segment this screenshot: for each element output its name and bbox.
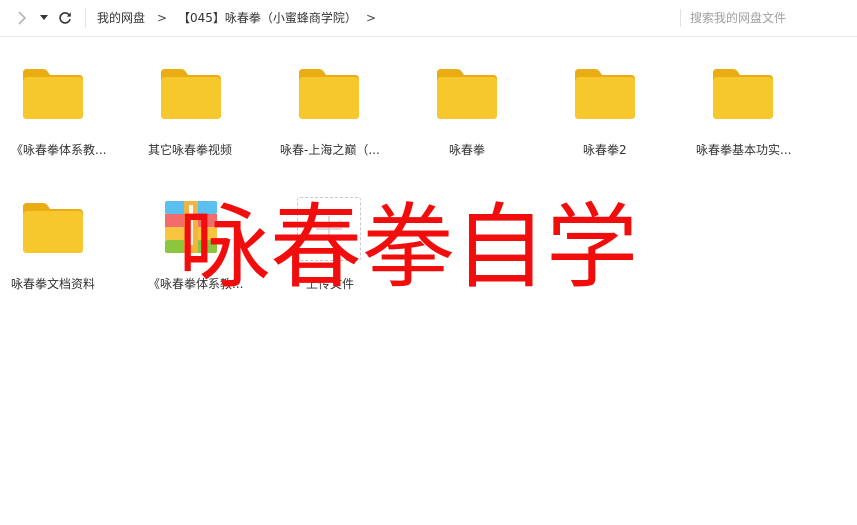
folder-icon [23, 69, 83, 119]
upload-label: 上传文件 [306, 277, 355, 291]
toolbar: 我的网盘 > 【045】咏春拳（小蜜蜂商学院） > [0, 0, 857, 37]
folder-icon [299, 69, 359, 119]
folder-icon [23, 203, 83, 253]
breadcrumb-separator: > [157, 11, 168, 25]
file-browser: 我的网盘 > 【045】咏春拳（小蜜蜂商学院） > 《咏春拳体系教... 其它咏… [0, 0, 857, 525]
item-name: 其它咏春拳视频 [148, 143, 233, 157]
archive-icon [165, 201, 217, 253]
item-name: 《咏春拳体系教... [148, 277, 244, 291]
item-name: 咏春拳2 [583, 143, 627, 157]
caret-down-icon [40, 15, 48, 20]
item-name: 《咏春拳体系教... [11, 143, 107, 157]
folder-icon [437, 69, 497, 119]
breadcrumb-current[interactable]: 【045】咏春拳（小蜜蜂商学院） [178, 10, 357, 26]
item-name: 咏春拳 [449, 143, 486, 157]
forward-button[interactable] [12, 8, 32, 28]
folder-icon [575, 69, 635, 119]
archive-item[interactable]: 《咏春拳体系教... [148, 201, 285, 311]
folder-item[interactable]: 咏春拳2 [575, 69, 695, 179]
item-name: 咏春-上海之巅（... [280, 143, 380, 157]
breadcrumb-separator: > [366, 11, 377, 25]
chevron-right-icon [18, 11, 27, 25]
search-input[interactable] [690, 7, 850, 29]
folder-item[interactable]: 咏春拳基本功实... [696, 69, 833, 179]
folder-item[interactable]: 咏春拳 [437, 69, 557, 179]
folder-item[interactable]: 《咏春拳体系教... [11, 69, 143, 179]
item-name: 咏春拳文档资料 [11, 277, 96, 291]
folder-item[interactable]: 其它咏春拳视频 [148, 69, 281, 179]
breadcrumb-root[interactable]: 我的网盘 [97, 10, 145, 26]
item-name: 咏春拳基本功实... [696, 143, 792, 157]
folder-item[interactable]: 咏春拳文档资料 [11, 203, 143, 313]
upload-button[interactable] [297, 197, 361, 261]
refresh-icon [59, 12, 71, 24]
search-divider [680, 9, 681, 27]
toolbar-divider [85, 8, 86, 28]
folder-icon [713, 69, 773, 119]
folder-icon [161, 69, 221, 119]
refresh-button[interactable] [55, 8, 75, 28]
history-dropdown-button[interactable] [36, 8, 52, 28]
plus-icon [316, 216, 342, 242]
folder-item[interactable]: 咏春-上海之巅（... [280, 69, 419, 179]
